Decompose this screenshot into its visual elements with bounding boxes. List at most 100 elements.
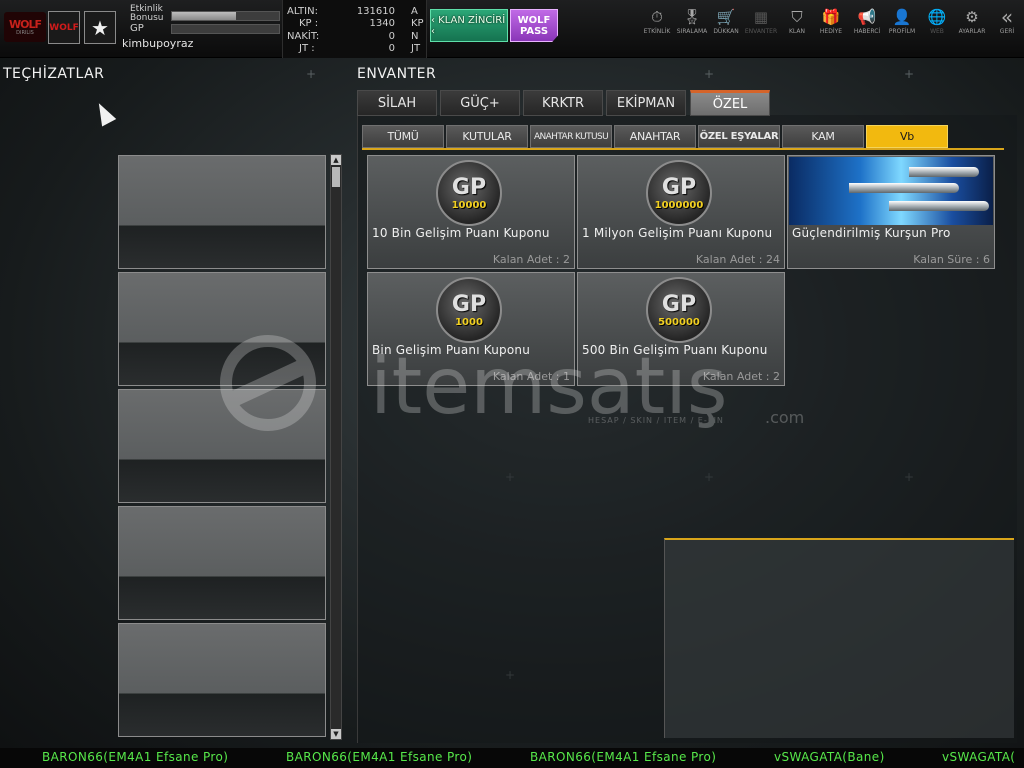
bullet-shape [909,167,979,177]
nav-dukkan[interactable]: 🛒 DÜKKAN [709,8,743,48]
equipment-slot[interactable] [118,155,326,269]
nav-label: HABERCİ [853,28,881,35]
event-bonus-fill [172,12,237,20]
item-card[interactable]: Güçlendirilmiş Kurşun Pro Kalan Süre : 6 [787,155,995,269]
rank-badge-text: WOLF [49,22,79,33]
currency-label: KP : [299,18,319,29]
item-name: 10 Bin Gelişim Puanı Kuponu [372,226,550,240]
watermark-suffix: .com [765,408,804,427]
nav-label: DÜKKAN [713,28,739,35]
event-bonus-bar [171,11,280,21]
coin-gp-text: GP [661,174,697,200]
subtab-anahtar-kutusu[interactable]: ANAHTAR KUTUSU [530,125,612,148]
nav-label: KLAN [788,28,805,35]
tab-ekipman[interactable]: EKİPMAN [606,90,686,116]
item-quantity: Kalan Adet : 2 [492,253,570,266]
bullet-icon [789,157,993,225]
ticker-bar: BARON66(EM4A1 Efsane Pro) BARON66(EM4A1 … [0,748,1024,768]
currency-value: 1340 [369,18,395,29]
currency-panel: ALTIN: 131610 A KP : 1340 KP NAKİT: 0 N JT : 0 J… [282,0,427,58]
equipment-title: TEÇHİZATLAR [3,66,105,82]
ticker-entry: vSWAGATA(Bane) [774,750,885,764]
nav-siralama[interactable]: 🎖 SIRALAMA [675,8,709,48]
wolf-pass-button[interactable]: WOLF PASS [510,9,558,42]
equipment-slot[interactable] [118,506,326,620]
item-card[interactable]: GP 1000000 1 Milyon Gelişim Puanı Kuponu … [577,155,785,269]
top-bar: WOLF DIRILIS WOLF ★ Etkinlik Bonusu GP k… [0,0,1024,58]
nav-profilm[interactable]: 👤 PROFİLM [885,8,919,48]
mouse-cursor [91,99,117,127]
item-detail-panel [664,538,1014,738]
logo-subtext: DIRILIS [16,29,34,36]
nav-label: WEB [930,28,944,35]
bg-plus-marker: + [704,67,715,81]
currency-label: JT : [299,43,315,54]
nav-label: AYARLAR [958,28,986,35]
watermark-logo-icon: itemsatış HESAP / SKIN / ITEM / E-PIN .c… [220,335,804,432]
gp-coupon-icon: GP 10000 [436,160,502,226]
bullet-shape [889,201,989,211]
cart-icon: 🛒 [716,8,736,26]
username: kimbupoyraz [122,37,194,50]
scroll-thumb[interactable] [332,167,340,187]
tab-silah[interactable]: SİLAH [357,90,437,116]
nav-hediye[interactable]: 🎁 HEDİYE [814,8,848,48]
item-name: Güçlendirilmiş Kurşun Pro [792,226,951,240]
subtab-tumu[interactable]: TÜMÜ [362,125,444,148]
currency-value: 131610 [356,6,395,17]
subtab-vb[interactable]: Vb [866,125,948,148]
currency-unit: KP [411,18,424,29]
nav-label: HEDİYE [819,28,843,35]
item-card[interactable]: GP 10000 10 Bin Gelişim Puanı Kuponu Kala… [367,155,575,269]
ticker-entry: vSWAGATA( [942,750,1016,764]
tab-guc[interactable]: GÜÇ+ [440,90,520,116]
star-rank-icon[interactable]: ★ [84,11,116,44]
nav-label: SIRALAMA [676,28,708,35]
nav-haberci[interactable]: 📢 HABERCİ [850,8,884,48]
nav-web[interactable]: 🌐 WEB [920,8,954,48]
coin-amount: 1000 [455,316,483,328]
star-icon: ★ [91,15,109,40]
subtab-kam[interactable]: KAM [782,125,864,148]
equipment-slot[interactable] [118,623,326,737]
subtab-anahtar[interactable]: ANAHTAR [614,125,696,148]
back-chevron-icon: « [1000,5,1014,29]
equipment-scrollbar[interactable]: ▲ ▼ [330,154,342,740]
subtab-ozel-esyalar[interactable]: ÖZEL EŞYALAR [698,125,780,148]
nav-label: ENVANTER [744,28,778,35]
nav-envanter[interactable]: ▦ ENVANTER [744,8,778,48]
currency-label: ALTIN: [287,6,318,17]
nav-label: GERİ [999,28,1015,35]
nav-etkinlik[interactable]: ⏱ ETKİNLİK [640,8,674,48]
coin-gp-text: GP [451,291,487,317]
gift-icon: 🎁 [821,8,841,26]
subtab-underline [362,148,1004,150]
coin-amount: 500000 [658,316,700,328]
nav-ayarlar[interactable]: ⚙ AYARLAR [955,8,989,48]
nav-geri[interactable]: «GERİ [990,5,1024,48]
bullet-shape [849,183,959,193]
tab-krktr[interactable]: KRKTR [523,90,603,116]
ticker-entry: BARON66(EM4A1 Efsane Pro) [286,750,473,764]
rank-badge[interactable]: WOLF [48,11,80,44]
globe-icon: 🌐 [927,8,947,26]
klan-zinciri-button[interactable]: ‹ KLAN ZİNCİRİ ‹ [430,9,508,42]
shield-icon: ⛉ [791,8,803,26]
event-bonus-label: Etkinlik Bonusu [130,4,164,23]
scroll-up-icon[interactable]: ▲ [331,155,341,165]
inventory-icon: ▦ [753,8,769,26]
logo-text: WOLF [8,17,42,31]
coin-gp-text: GP [661,291,697,317]
bg-plus-marker: + [904,67,915,81]
nav-label: ETKİNLİK [643,28,671,35]
scroll-down-icon[interactable]: ▼ [331,729,341,739]
subtab-kutular[interactable]: KUTULAR [446,125,528,148]
item-quantity: Kalan Adet : 24 [695,253,780,266]
gp-bar [171,24,280,34]
watermark-tagline: HESAP / SKIN / ITEM / E-PIN [588,416,724,425]
bg-plus-marker: + [306,67,317,81]
currency-value: 0 [388,43,395,54]
tab-ozel[interactable]: ÖZEL [690,90,770,116]
nav-klan[interactable]: ⛉ KLAN [780,8,814,48]
watermark: itemsatış HESAP / SKIN / ITEM / E-PIN .c… [210,335,830,435]
